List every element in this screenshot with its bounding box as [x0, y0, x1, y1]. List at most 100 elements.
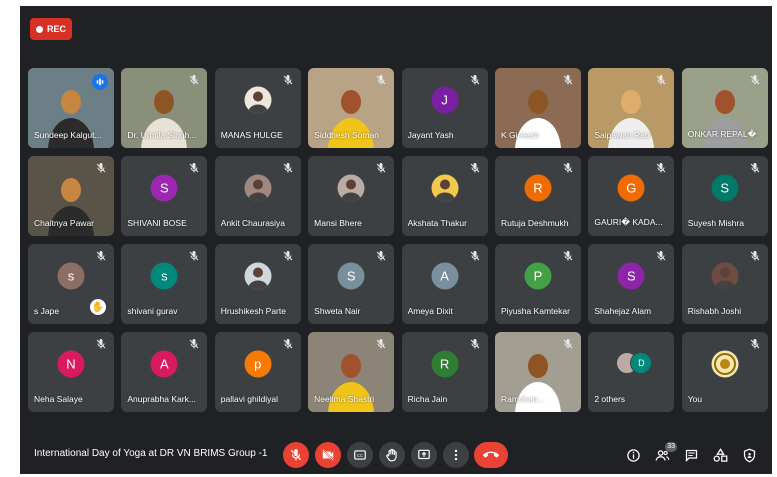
participant-name: GAURI� KADA...	[594, 217, 663, 227]
participant-grid: Sundeep Kalgut... Dr. Urmila Singh... MANA…	[28, 68, 768, 412]
participant-tile[interactable]: MANAS HULGE	[214, 68, 301, 148]
participant-avatar: R	[431, 350, 459, 378]
mic-muted-icon	[96, 339, 106, 349]
shield-icon	[743, 448, 755, 462]
participant-tile[interactable]: p pallavi ghildiyal	[214, 332, 301, 412]
mic-muted-icon	[283, 163, 293, 173]
participant-tile[interactable]: Ankit Chaurasiya	[214, 156, 301, 236]
mic-muted-icon	[563, 251, 573, 261]
participant-tile[interactable]: R Richa Jain	[401, 332, 488, 412]
microphone-toggle-button[interactable]	[283, 442, 309, 468]
mic-muted-icon	[283, 251, 293, 261]
avatar-initial: D	[638, 358, 645, 368]
participant-name: Ankit Chaurasiya	[220, 218, 286, 228]
participant-name: Jayant Yash	[407, 130, 454, 140]
mic-muted-icon	[750, 251, 760, 261]
participant-photo-avatar	[337, 174, 365, 202]
participant-tile[interactable]: S Shweta Nair	[308, 244, 395, 324]
participant-name: Ramchan...	[500, 394, 545, 404]
host-controls-button[interactable]	[740, 446, 758, 464]
avatar-initial: s	[161, 268, 168, 284]
participant-tile[interactable]: Ramchan...	[494, 332, 581, 412]
participant-avatar: p	[244, 350, 272, 378]
mic-muted-icon	[96, 163, 106, 173]
avatar-initial: N	[66, 356, 76, 372]
participant-tile[interactable]: Hrushikesh Parte	[214, 244, 301, 324]
participant-tile[interactable]: S Shahejaz Alam	[588, 244, 675, 324]
participant-tile[interactable]: A Ameya Dixit	[401, 244, 488, 324]
participant-tile[interactable]: Siddhesh Soman	[308, 68, 395, 148]
participant-tile[interactable]: A Anuprabha Kark...	[121, 332, 208, 412]
avatar-initial: R	[533, 180, 543, 196]
people-button[interactable]: 33	[653, 442, 677, 464]
participant-tile[interactable]: You	[681, 332, 768, 412]
mic-muted-icon	[656, 163, 666, 173]
participant-tile[interactable]: Rishabh Joshi	[681, 244, 768, 324]
speaking-indicator-icon	[92, 74, 108, 90]
participant-tile[interactable]: s ✋ s Jape	[28, 244, 114, 324]
avatar-initial: p	[254, 356, 262, 372]
participant-tile[interactable]: G GAURI� KADA...	[588, 156, 675, 236]
others-letter-avatar: D	[630, 352, 653, 374]
participant-tile[interactable]: Mansi Bhere	[308, 156, 395, 236]
captions-button[interactable]: CC	[347, 442, 373, 468]
participant-tile[interactable]: R Rutuja Deshmukh	[494, 156, 581, 236]
participant-tile[interactable]: S Suyesh Mishra	[681, 156, 768, 236]
mic-muted-icon	[190, 163, 199, 173]
participant-name: Anuprabha Kark...	[127, 394, 196, 404]
participant-tile[interactable]: Dr. Urmila Singh...	[121, 68, 208, 148]
mic-muted-icon	[190, 75, 199, 85]
avatar-initial: J	[441, 92, 448, 108]
participant-avatar: G	[617, 174, 645, 202]
participant-name: Siddhesh Soman	[314, 130, 379, 140]
camera-toggle-button[interactable]	[315, 442, 341, 468]
participant-tile[interactable]: K Gireesh	[494, 68, 581, 148]
meeting-title: International Day of Yoga at DR VN BRIMS…	[34, 448, 268, 459]
participant-count-badge: 33	[665, 442, 677, 452]
participant-name: Dr. Urmila Singh...	[127, 130, 197, 140]
participant-name: pallavi ghildiyal	[220, 394, 278, 404]
participant-name: shivani gurav	[127, 306, 178, 316]
participant-tile[interactable]: Saipawan Rao	[588, 68, 675, 148]
institution-logo-avatar	[711, 350, 739, 378]
recording-label: REC	[46, 24, 66, 34]
leave-call-button[interactable]	[474, 442, 508, 468]
participant-tile[interactable]: P Piyusha Kamtekar	[494, 244, 581, 324]
participant-photo-avatar	[711, 262, 739, 290]
participant-name: Mansi Bhere	[314, 218, 362, 228]
meeting-details-button[interactable]	[624, 446, 642, 464]
activities-button[interactable]	[711, 446, 729, 464]
participant-name: Neha Salaye	[34, 394, 83, 404]
profile-photo-icon	[714, 267, 736, 290]
participant-tile[interactable]: N Neha Salaye	[28, 332, 114, 412]
participant-name: ONKAR REPAL�	[687, 129, 757, 139]
raise-hand-button[interactable]	[379, 442, 405, 468]
mic-muted-icon	[563, 163, 573, 173]
participant-photo-avatar	[244, 174, 272, 202]
participant-tile[interactable]: ONKAR REPAL�	[681, 68, 768, 148]
participant-tile[interactable]: Chaitnya Pawar	[28, 156, 114, 236]
participant-tile[interactable]: Akshata Thakur	[401, 156, 488, 236]
chat-button[interactable]	[682, 446, 700, 464]
participant-tile[interactable]: Sundeep Kalgut...	[28, 68, 114, 148]
participant-tile[interactable]: J Jayant Yash	[401, 68, 488, 148]
mic-muted-icon	[656, 75, 666, 85]
mic-off-icon	[290, 449, 302, 461]
avatar-initial: S	[160, 180, 169, 196]
mic-muted-icon	[750, 163, 760, 173]
participant-tile[interactable]: Neelima Shastri	[308, 332, 395, 412]
present-screen-button[interactable]	[411, 442, 437, 468]
participant-avatar: A	[431, 262, 459, 290]
participant-tile[interactable]: D 2 others	[588, 332, 675, 412]
svg-text:CC: CC	[357, 453, 363, 458]
more-options-button[interactable]	[443, 442, 469, 468]
participant-name: Ameya Dixit	[407, 306, 453, 316]
mic-muted-icon	[190, 251, 199, 261]
avatar-initial: R	[439, 356, 450, 372]
activities-icon	[713, 447, 727, 462]
meet-call-window: REC Sundeep Kalgut... Dr. Urmila Singh...…	[20, 6, 772, 474]
participant-tile[interactable]: S SHIVANI BOSE	[121, 156, 208, 236]
emblem-icon	[713, 353, 736, 375]
participant-tile[interactable]: s shivani gurav	[121, 244, 208, 324]
participant-name: Rutuja Deshmukh	[500, 218, 569, 228]
